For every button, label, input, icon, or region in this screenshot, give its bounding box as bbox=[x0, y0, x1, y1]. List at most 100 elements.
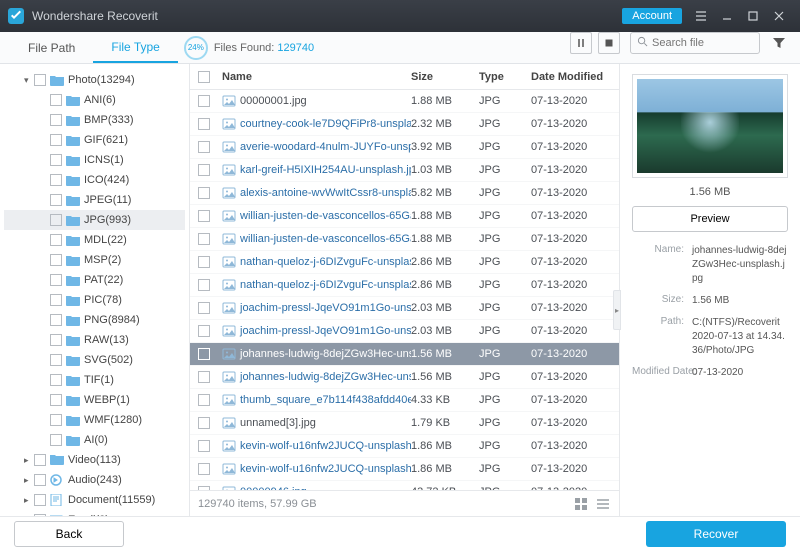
file-row[interactable]: karl-greif-H5IXIH254AU-unsplash.jpg1.03 … bbox=[190, 159, 619, 182]
checkbox[interactable] bbox=[34, 74, 46, 86]
file-name-link[interactable]: karl-greif-H5IXIH254AU-unsplash.jpg bbox=[240, 164, 411, 176]
file-name-link[interactable]: averie-woodard-4nulm-JUYFo-unspla... bbox=[240, 141, 411, 153]
checkbox[interactable] bbox=[50, 254, 62, 266]
file-name-link[interactable]: willian-justen-de-vasconcellos-65Ga... bbox=[240, 210, 411, 222]
file-row[interactable]: alexis-antoine-wvWwItCssr8-unsplas...5.8… bbox=[190, 182, 619, 205]
back-button[interactable]: Back bbox=[14, 521, 124, 547]
col-name[interactable]: Name bbox=[218, 71, 411, 83]
file-row[interactable]: 00000946.jpg43.72 KBJPG07-13-2020 bbox=[190, 481, 619, 490]
file-name-link[interactable]: kevin-wolf-u16nfw2JUCQ-unsplash.jpg bbox=[240, 440, 411, 452]
file-row[interactable]: averie-woodard-4nulm-JUYFo-unspla...3.92… bbox=[190, 136, 619, 159]
checkbox[interactable] bbox=[50, 414, 62, 426]
checkbox[interactable] bbox=[34, 454, 46, 466]
collapse-preview-handle[interactable]: ▸ bbox=[613, 290, 621, 330]
close-icon[interactable] bbox=[766, 3, 792, 29]
row-checkbox[interactable] bbox=[198, 394, 210, 406]
sidebar-tree[interactable]: ▾ Photo(13294) ANI(6)BMP(333)GIF(621)ICN… bbox=[0, 64, 190, 516]
tree-node[interactable]: ▸Email(2) bbox=[4, 510, 185, 516]
tree-node[interactable]: ICNS(1) bbox=[4, 150, 185, 170]
tab-file-type[interactable]: File Type bbox=[93, 32, 177, 63]
file-name-link[interactable]: courtney-cook-le7D9QFiPr8-unsplash... bbox=[240, 118, 411, 130]
file-row[interactable]: courtney-cook-le7D9QFiPr8-unsplash...2.3… bbox=[190, 113, 619, 136]
tree-node[interactable]: JPEG(11) bbox=[4, 190, 185, 210]
file-name-link[interactable]: willian-justen-de-vasconcellos-65Ga... bbox=[240, 233, 411, 245]
row-checkbox[interactable] bbox=[198, 440, 210, 452]
file-name-link[interactable]: johannes-ludwig-8dejZGw3Hec-unsp... bbox=[240, 371, 411, 383]
checkbox[interactable] bbox=[50, 194, 62, 206]
row-checkbox[interactable] bbox=[198, 463, 210, 475]
row-checkbox[interactable] bbox=[198, 256, 210, 268]
view-grid-icon[interactable] bbox=[573, 497, 589, 511]
row-checkbox[interactable] bbox=[198, 348, 210, 360]
file-name-link[interactable]: kevin-wolf-u16nfw2JUCQ-unsplash.jpg bbox=[240, 463, 411, 475]
checkbox[interactable] bbox=[50, 374, 62, 386]
col-type[interactable]: Type bbox=[479, 71, 531, 83]
tree-node[interactable]: RAW(13) bbox=[4, 330, 185, 350]
row-checkbox[interactable] bbox=[198, 187, 210, 199]
checkbox[interactable] bbox=[50, 114, 62, 126]
file-name-link[interactable]: joachim-pressl-JqeVO91m1Go-unspl... bbox=[240, 325, 411, 337]
file-row[interactable]: kevin-wolf-u16nfw2JUCQ-unsplash.jpg1.86 … bbox=[190, 458, 619, 481]
checkbox[interactable] bbox=[50, 154, 62, 166]
checkbox[interactable] bbox=[50, 434, 62, 446]
row-checkbox[interactable] bbox=[198, 95, 210, 107]
file-name-link[interactable]: joachim-pressl-JqeVO91m1Go-unspl... bbox=[240, 302, 411, 314]
collapse-icon[interactable]: ▾ bbox=[24, 75, 34, 86]
col-size[interactable]: Size bbox=[411, 71, 479, 83]
filter-icon[interactable] bbox=[768, 32, 790, 54]
view-list-icon[interactable] bbox=[595, 497, 611, 511]
stop-button[interactable] bbox=[598, 32, 620, 54]
tree-node[interactable]: WMF(1280) bbox=[4, 410, 185, 430]
tree-node[interactable]: SVG(502) bbox=[4, 350, 185, 370]
file-name-link[interactable]: johannes-ludwig-8dejZGw3Hec-unsp... bbox=[240, 348, 411, 360]
expand-icon[interactable]: ▸ bbox=[24, 475, 34, 486]
file-row[interactable]: joachim-pressl-JqeVO91m1Go-unspl...2.03 … bbox=[190, 297, 619, 320]
checkbox[interactable] bbox=[50, 334, 62, 346]
maximize-icon[interactable] bbox=[740, 3, 766, 29]
pause-button[interactable] bbox=[570, 32, 592, 54]
checkbox[interactable] bbox=[34, 494, 46, 506]
recover-button[interactable]: Recover bbox=[646, 521, 786, 547]
checkbox[interactable] bbox=[50, 294, 62, 306]
row-checkbox[interactable] bbox=[198, 371, 210, 383]
tree-node[interactable]: AI(0) bbox=[4, 430, 185, 450]
row-checkbox[interactable] bbox=[198, 210, 210, 222]
tree-node[interactable]: GIF(621) bbox=[4, 130, 185, 150]
expand-icon[interactable]: ▸ bbox=[24, 455, 34, 466]
file-row[interactable]: thumb_square_e7b114f438afdd40e0...4.33 K… bbox=[190, 389, 619, 412]
file-name-link[interactable]: nathan-queloz-j-6DIZvguFc-unsplash... bbox=[240, 256, 411, 268]
tree-node[interactable]: ANI(6) bbox=[4, 90, 185, 110]
row-checkbox[interactable] bbox=[198, 233, 210, 245]
expand-icon[interactable]: ▸ bbox=[24, 495, 34, 506]
tree-node[interactable]: PAT(22) bbox=[4, 270, 185, 290]
tree-node[interactable]: JPG(993) bbox=[4, 210, 185, 230]
row-checkbox[interactable] bbox=[198, 417, 210, 429]
minimize-icon[interactable] bbox=[714, 3, 740, 29]
file-row[interactable]: johannes-ludwig-8dejZGw3Hec-unsp...1.56 … bbox=[190, 343, 619, 366]
tree-node[interactable]: WEBP(1) bbox=[4, 390, 185, 410]
row-checkbox[interactable] bbox=[198, 164, 210, 176]
file-row[interactable]: joachim-pressl-JqeVO91m1Go-unspl...2.03 … bbox=[190, 320, 619, 343]
row-checkbox[interactable] bbox=[198, 325, 210, 337]
checkbox[interactable] bbox=[50, 234, 62, 246]
tab-file-path[interactable]: File Path bbox=[10, 32, 93, 63]
account-button[interactable]: Account bbox=[622, 8, 682, 24]
tree-node[interactable]: ICO(424) bbox=[4, 170, 185, 190]
tree-node-photo[interactable]: ▾ Photo(13294) bbox=[4, 70, 185, 90]
search-input[interactable] bbox=[652, 37, 753, 49]
checkbox[interactable] bbox=[50, 314, 62, 326]
row-checkbox[interactable] bbox=[198, 141, 210, 153]
checkbox[interactable] bbox=[34, 474, 46, 486]
select-all-checkbox[interactable] bbox=[198, 71, 210, 83]
tree-node[interactable]: PNG(8984) bbox=[4, 310, 185, 330]
checkbox[interactable] bbox=[34, 514, 46, 516]
tree-node[interactable]: MDL(22) bbox=[4, 230, 185, 250]
tree-node[interactable]: ▸Video(113) bbox=[4, 450, 185, 470]
checkbox[interactable] bbox=[50, 134, 62, 146]
expand-icon[interactable]: ▸ bbox=[24, 515, 34, 517]
file-rows[interactable]: 00000001.jpg1.88 MBJPG07-13-2020courtney… bbox=[190, 90, 619, 490]
file-row[interactable]: nathan-queloz-j-6DIZvguFc-unsplash...2.8… bbox=[190, 251, 619, 274]
file-name-link[interactable]: thumb_square_e7b114f438afdd40e0... bbox=[240, 394, 411, 406]
tree-node[interactable]: TIF(1) bbox=[4, 370, 185, 390]
file-row[interactable]: kevin-wolf-u16nfw2JUCQ-unsplash.jpg1.86 … bbox=[190, 435, 619, 458]
